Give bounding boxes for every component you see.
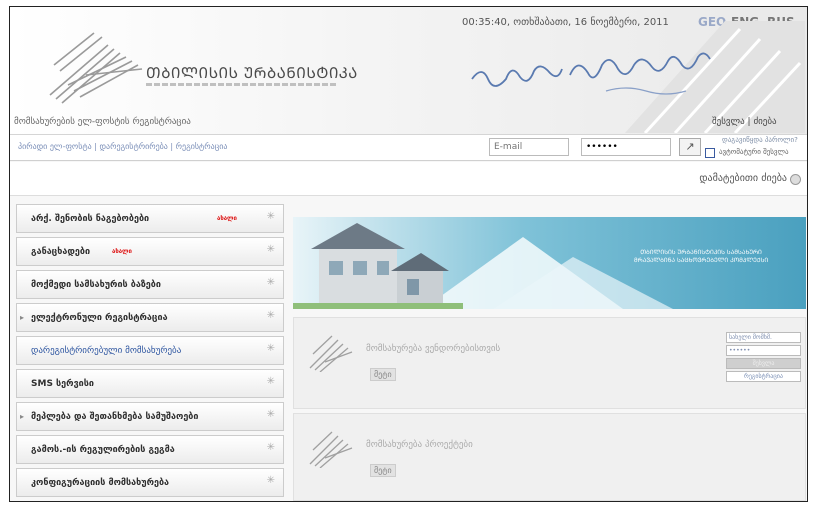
password-field[interactable] [581, 138, 671, 156]
mini-login-button[interactable]: შესვლა [726, 358, 801, 369]
arrow-icon: ↗ [685, 140, 695, 153]
expand-icon: ✳ [266, 211, 275, 222]
forgot-password-link[interactable]: დაგავიწყდა პაროლი? [722, 136, 798, 144]
service-registration-link[interactable]: მომსახურების ელ-ფოსტის რეგისტრაცია [14, 117, 191, 127]
sidebar-item-label: მოქმედი სამსახურის ბაზები [31, 280, 161, 290]
expand-icon: ✳ [266, 409, 275, 420]
sidebar-item-4[interactable]: ▸ ელექტრონული რეგისტრაცია ✳ [16, 303, 284, 332]
new-badge: ახალი [217, 215, 237, 222]
sidebar-item-label: არქ. შენობის ნაგებობები [31, 214, 150, 224]
expand-icon: ✳ [266, 376, 275, 387]
sidebar-item-1[interactable]: არქ. შენობის ნაგებობები ახალი ✳ [16, 204, 284, 233]
mini-password-field[interactable]: •••••• [726, 345, 801, 356]
slogan-script-image [471, 52, 711, 95]
sidebar-item-label: გამოს.-ის რეგულირების გეგმა [31, 445, 175, 455]
user-links[interactable]: შესვლა | ძიება [712, 117, 777, 127]
expand-icon: ✳ [266, 244, 275, 255]
sidebar-item-7[interactable]: ▸ მეპლება და შეთანხმება სამუშაოები ✳ [16, 402, 284, 431]
mini-login-form: სახელი მომხმ. •••••• შესვლა რეგისტრაცია [726, 332, 801, 384]
submenu-arrow-icon: ▸ [20, 313, 25, 322]
sidebar-item-9[interactable]: კონფიგურაციის მომსახურება ✳ [16, 468, 284, 497]
new-badge: ახალი [112, 248, 132, 255]
more-button[interactable]: მეტი [370, 368, 396, 381]
company-name: ᲗᲑᲘᲚᲘᲡᲘᲡ ᲣᲠᲑᲐᲜᲘᲡᲢᲘᲙᲐ [146, 64, 358, 82]
projects-panel: მომსახურება პროექტები მეტი [293, 413, 806, 501]
header: ᲗᲑᲘᲚᲘᲡᲘᲡ ᲣᲠᲑᲐᲜᲘᲡᲢᲘᲙᲐ 00:35:40, ოთხშაბათი… [10, 7, 807, 135]
mini-register-link[interactable]: რეგისტრაცია [726, 371, 801, 382]
mini-username-field[interactable]: სახელი მომხმ. [726, 332, 801, 343]
advanced-search-link[interactable]: დამატებითი ძიება [699, 173, 787, 184]
panel-title[interactable]: მომსახურება ვენდორებისთვის [366, 344, 500, 354]
submenu-arrow-icon: ▸ [20, 412, 25, 421]
vendor-services-panel: მომსახურება ვენდორებისთვის მეტი სახელი მ… [293, 317, 806, 409]
sidebar-item-label: განაცხადები [31, 247, 91, 257]
expand-icon: ✳ [266, 442, 275, 453]
company-tagline-decoration [146, 83, 336, 86]
panel-title[interactable]: მომსახურება პროექტები [366, 440, 473, 450]
remember-me-label: ავტომატური შესვლა [719, 148, 789, 156]
remember-me-checkbox[interactable] [705, 148, 715, 158]
sidebar-item-5[interactable]: დარეგისტრირებული მომსახურება ✳ [16, 336, 284, 365]
sidebar-menu: არქ. შენობის ნაგებობები ახალი ✳ განაცხად… [16, 204, 284, 501]
sidebar-item-label: დარეგისტრირებული მომსახურება [31, 346, 182, 356]
company-logo[interactable] [48, 25, 144, 105]
banner-text: ᲗᲑᲘᲚᲘᲡᲘᲡ ᲣᲠᲑᲐᲜᲘᲡᲢᲘᲙᲘᲡ ᲡᲐᲛᲡᲐᲮᲣᲠᲘ ᲛᲠᲐᲕᲐᲚᲑᲘ… [633, 249, 769, 264]
breadcrumb[interactable]: პირადი ელ-ფოსტა | დარეგისტრირება | რეგის… [18, 142, 227, 151]
sidebar-item-6[interactable]: SMS სერვისი ✳ [16, 369, 284, 398]
expand-icon: ✳ [266, 343, 275, 354]
sidebar-item-3[interactable]: მოქმედი სამსახურის ბაზები ✳ [16, 270, 284, 299]
login-submit-button[interactable]: ↗ [679, 138, 701, 156]
sidebar-item-label: კონფიგურაციის მომსახურება [31, 478, 170, 488]
page-frame: ᲗᲑᲘᲚᲘᲡᲘᲡ ᲣᲠᲑᲐᲜᲘᲡᲢᲘᲙᲐ 00:35:40, ოთხშაბათი… [9, 6, 808, 502]
panel-logo-icon [309, 431, 353, 468]
email-field[interactable] [489, 138, 569, 156]
sidebar-item-2[interactable]: განაცხადები ახალი ✳ [16, 237, 284, 266]
expand-icon: ✳ [266, 310, 275, 321]
search-row: დამატებითი ძიება [10, 162, 807, 196]
more-button[interactable]: მეტი [370, 464, 396, 477]
sidebar-item-label: SMS სერვისი [31, 379, 94, 389]
panel-logo-icon [309, 335, 353, 372]
sidebar-item-8[interactable]: გამოს.-ის რეგულირების გეგმა ✳ [16, 435, 284, 464]
expand-icon: ✳ [266, 277, 275, 288]
sidebar-item-label: ელექტრონული რეგისტრაცია [31, 313, 168, 323]
expand-icon: ✳ [266, 475, 275, 486]
login-bar: პირადი ელ-ფოსტა | დარეგისტრირება | რეგის… [10, 135, 807, 161]
promo-banner[interactable]: ᲗᲑᲘᲚᲘᲡᲘᲡ ᲣᲠᲑᲐᲜᲘᲡᲢᲘᲙᲘᲡ ᲡᲐᲛᲡᲐᲮᲣᲠᲘ ᲛᲠᲐᲕᲐᲚᲑᲘ… [293, 217, 806, 309]
sidebar-item-label: მეპლება და შეთანხმება სამუშაოები [31, 412, 199, 422]
search-icon[interactable] [790, 174, 801, 185]
